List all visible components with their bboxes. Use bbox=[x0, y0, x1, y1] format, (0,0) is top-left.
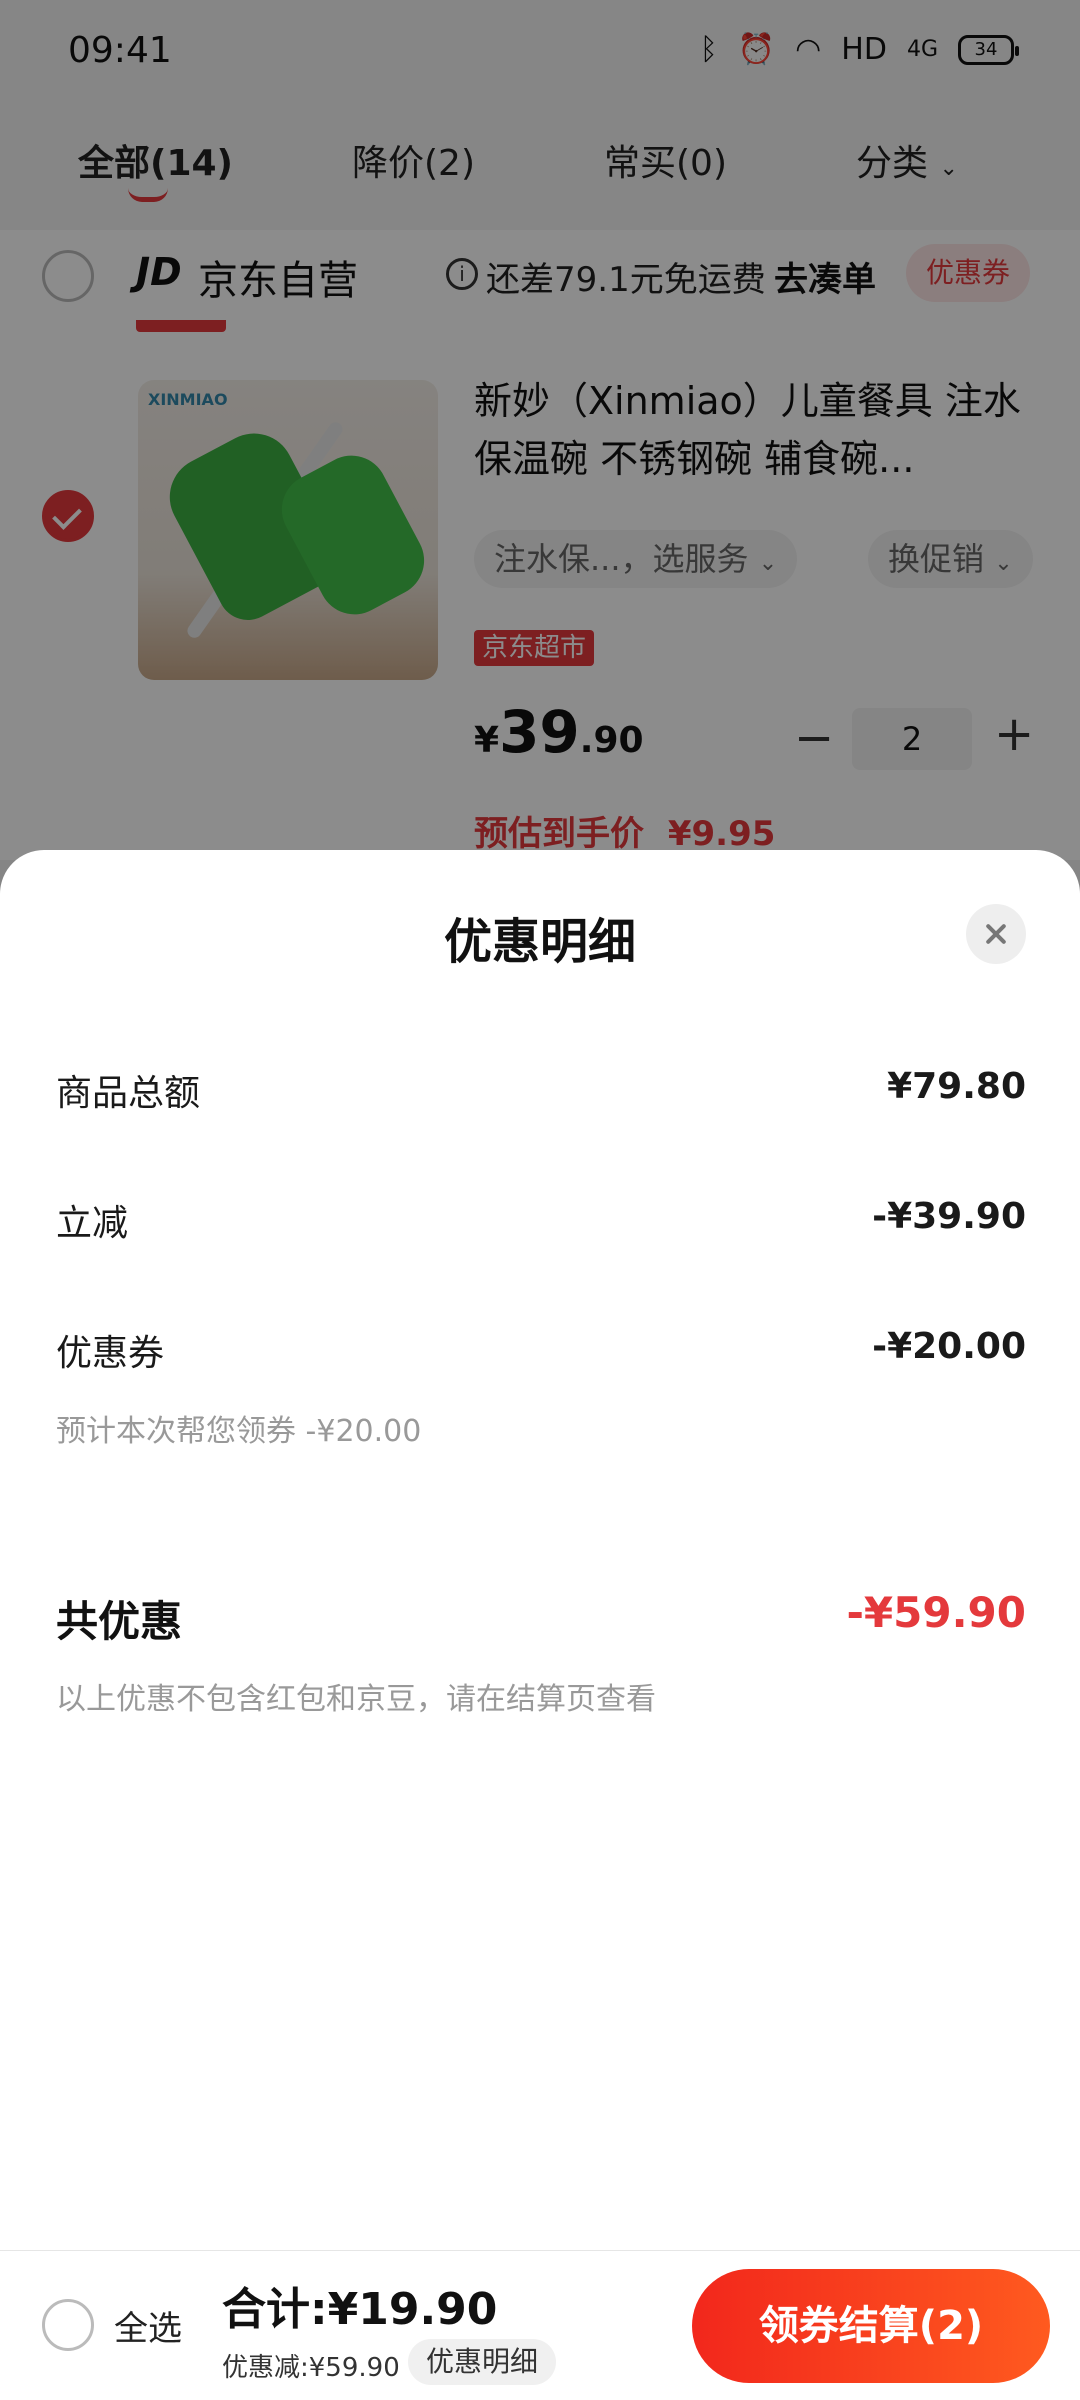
discount-disclaimer: 以上优惠不包含红包和京豆，请在结算页查看 bbox=[56, 1682, 656, 1717]
select-all-label[interactable]: 全选 bbox=[114, 2301, 182, 2350]
subtotal-label: 商品总额 bbox=[56, 1073, 201, 1114]
sheet-title: 优惠明细 bbox=[443, 914, 636, 970]
coupon-note: 预计本次帮您领券 -¥20.00 bbox=[56, 1414, 422, 1449]
checkout-bar: 全选 合计:¥19.90 优惠减:¥59.90 优惠明细 领券结算(2) bbox=[0, 2250, 1080, 2400]
coupon-label: 优惠券 bbox=[56, 1333, 165, 1374]
instant-discount-label: 立减 bbox=[56, 1203, 129, 1244]
checkout-button[interactable]: 领券结算(2) bbox=[692, 2269, 1050, 2383]
close-icon[interactable] bbox=[966, 904, 1026, 964]
discount-detail-button[interactable]: 优惠明细 bbox=[408, 2339, 557, 2385]
subtotal-value: ¥79.80 bbox=[887, 1066, 1026, 1107]
discount-summary: 优惠减:¥59.90 bbox=[222, 2353, 400, 2383]
discount-detail-sheet: 优惠明细 商品总额 ¥79.80 立减 -¥39.90 优惠券 -¥20.00 … bbox=[0, 850, 1080, 2250]
select-all-radio[interactable] bbox=[42, 2299, 94, 2351]
total-discount-value: -¥59.90 bbox=[846, 1588, 1026, 1637]
instant-discount-value: -¥39.90 bbox=[872, 1196, 1026, 1237]
total-discount-label: 共优惠 bbox=[56, 1597, 183, 1646]
cart-total: 合计:¥19.90 bbox=[222, 2284, 498, 2335]
coupon-value: -¥20.00 bbox=[872, 1326, 1026, 1367]
